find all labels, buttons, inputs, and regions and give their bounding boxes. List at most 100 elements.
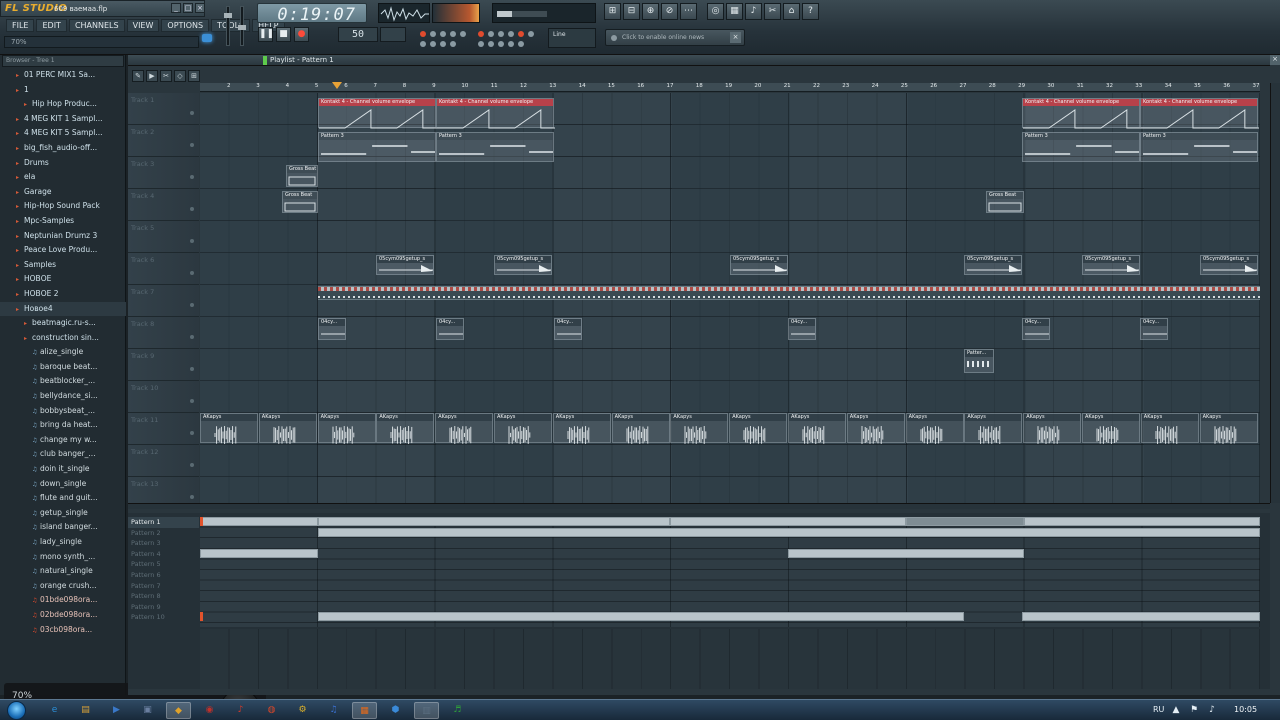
playlist-clip[interactable]: AKapys	[611, 413, 670, 444]
zoom-tool-icon[interactable]: ⊞	[188, 70, 200, 82]
led-icon[interactable]	[528, 31, 534, 37]
browser-tree-item[interactable]: ▸ 1	[0, 83, 126, 98]
track-header[interactable]: Track 5	[128, 221, 199, 253]
maximize-button[interactable]: □	[183, 3, 193, 13]
playlist-clip[interactable]: 04cy...	[436, 318, 464, 340]
pattern-lane-label[interactable]: Pattern 8	[128, 591, 199, 602]
playlist-clip[interactable]: AKapys	[435, 413, 494, 444]
track-header[interactable]: Track 6	[128, 253, 199, 285]
menu-edit[interactable]: EDIT	[36, 19, 67, 32]
playlist-clip[interactable]: 05cym095getup_s	[494, 255, 552, 275]
playlist-clip[interactable]: 04cy...	[1140, 318, 1168, 340]
browser-tree-item[interactable]: ▸ 01 PERC MIX1 Sa...	[0, 68, 126, 83]
pause-button[interactable]: ❚❚	[258, 27, 274, 42]
led-icon[interactable]	[518, 41, 524, 47]
slice-tool-icon[interactable]: ✂	[160, 70, 172, 82]
playlist-clip[interactable]: AKapys	[846, 413, 905, 444]
playhead-marker-icon[interactable]	[332, 82, 342, 89]
track-header[interactable]: Track 7	[128, 285, 199, 317]
led-icon[interactable]	[440, 31, 446, 37]
playlist-clip[interactable]: Kontakt 4 - Channel volume envelope	[436, 98, 555, 129]
playlist-clip[interactable]: Gross Beat	[282, 191, 318, 213]
playlist-clip[interactable]: AKapys	[552, 413, 611, 444]
playlist-clip[interactable]: 04cy...	[788, 318, 816, 340]
playlist-clip[interactable]: AKapys	[905, 413, 964, 444]
vertical-scrollbar[interactable]	[1270, 83, 1280, 503]
pattern-lane-block[interactable]	[1022, 612, 1260, 622]
pattern-lane-label[interactable]: Pattern 6	[128, 570, 199, 581]
browser-tree-item[interactable]: ♫ getup_single	[0, 506, 126, 521]
playlist-clip[interactable]: AKapys	[376, 413, 435, 444]
track-mute-led-icon[interactable]	[190, 431, 194, 435]
taskbar-app-icon[interactable]: ⬢	[383, 702, 408, 719]
track-header[interactable]: Track 1	[128, 93, 199, 125]
pattern-lane-area[interactable]	[200, 517, 1260, 627]
led-icon[interactable]	[430, 41, 436, 47]
track-header[interactable]: Track 2	[128, 125, 199, 157]
browser-tree-item[interactable]: ♫ flute and guit...	[0, 491, 126, 506]
led-icon[interactable]	[518, 31, 524, 37]
browser-tree-item[interactable]: ♫ orange crush...	[0, 579, 126, 594]
playlist-clip[interactable]: 05cym095getup_s	[1082, 255, 1140, 275]
browser-tree-item[interactable]: ▸ construction sin...	[0, 331, 126, 346]
led-icon[interactable]	[420, 41, 426, 47]
playlist-clip[interactable]: AKapys	[670, 413, 729, 444]
pattern-lane-label[interactable]: Pattern 7	[128, 581, 199, 592]
browser-tree-item[interactable]: ♫ club banger_...	[0, 447, 126, 462]
browser-tree-item[interactable]: ▸ Samples	[0, 258, 126, 273]
toolbar-icon-mixer[interactable]: ⊘	[661, 3, 678, 20]
toolbar-icon-note[interactable]: ♪	[745, 3, 762, 20]
track-mute-led-icon[interactable]	[190, 271, 194, 275]
led-icon[interactable]	[508, 41, 514, 47]
browser-tree-item[interactable]: ♫ change my w...	[0, 433, 126, 448]
pattern-lane-block[interactable]	[200, 548, 318, 558]
browser-tree-item[interactable]: ▸ Drums	[0, 156, 126, 171]
playlist-clip[interactable]: AKapys	[964, 413, 1023, 444]
browser-tree-item[interactable]: ♫ baroque beat...	[0, 360, 126, 375]
track-mute-led-icon[interactable]	[190, 239, 194, 243]
playlist-clip[interactable]: 05cym095getup_s	[964, 255, 1022, 275]
playlist-clip[interactable]: AKapys	[317, 413, 376, 444]
record-button[interactable]: ●	[294, 27, 309, 42]
playlist-clip[interactable]: Pattern 3	[1140, 132, 1258, 162]
pattern-lane-label[interactable]: Pattern 3	[128, 538, 199, 549]
taskbar-app-icon[interactable]: ▥	[414, 702, 439, 719]
master-volume-slider[interactable]	[224, 6, 232, 46]
playlist-clip[interactable]: AKapys	[494, 413, 552, 444]
playlist-clip[interactable]: AKapys	[1023, 413, 1082, 444]
taskbar-app-icon[interactable]: ◍	[259, 702, 284, 719]
browser-tree-item[interactable]: ▸ big_fish_audio-off...	[0, 141, 126, 156]
playlist-clip[interactable]: AKapys	[1199, 413, 1258, 444]
playlist-clip[interactable]: Kontakt 4 - Channel volume envelope	[1140, 98, 1259, 129]
playlist-clip[interactable]: 04cy...	[318, 318, 346, 340]
browser-tree-item[interactable]: ▸ beatmagic.ru-s...	[0, 316, 126, 331]
playlist-clip[interactable]: AKapys	[1140, 413, 1199, 444]
playlist-clip[interactable]: Pattern 3	[436, 132, 554, 162]
playlist-clip[interactable]: 04cy...	[1022, 318, 1050, 340]
draw-tool-icon[interactable]: ✎	[132, 70, 144, 82]
menu-options[interactable]: OPTIONS	[161, 19, 210, 32]
toolbar-icon-record[interactable]: ◎	[707, 3, 724, 20]
pattern-lane-label[interactable]: Pattern 9	[128, 602, 199, 613]
browser-tree-item[interactable]: ♫ natural_single	[0, 564, 126, 579]
playlist-clip[interactable]: 05cym095getup_s	[730, 255, 788, 275]
pattern-lane-block[interactable]	[318, 612, 964, 622]
tray-flag-icon[interactable]: ⚑	[1188, 704, 1200, 716]
led-icon[interactable]	[478, 31, 484, 37]
browser-tree-item[interactable]: ♫ 02bde098ora...	[0, 608, 126, 623]
playlist-clip[interactable]: Pattern 3	[318, 132, 436, 162]
playlist-clip[interactable]: AKapys	[200, 413, 258, 444]
pattern-lane-label[interactable]: Pattern 2	[128, 528, 199, 539]
taskbar-app-icon[interactable]: ▣	[135, 702, 160, 719]
tray-volume-icon[interactable]: ♪	[1206, 704, 1218, 716]
taskbar-app-icon[interactable]: ♬	[445, 702, 470, 719]
browser-tree-item[interactable]: ▸ Hip-Hop Sound Pack	[0, 199, 126, 214]
browser-tree-item[interactable]: ▸ Hip Hop Produc...	[0, 97, 126, 112]
toolbar-icon-cut[interactable]: ✂	[764, 3, 781, 20]
led-icon[interactable]	[450, 31, 456, 37]
playlist-clip[interactable]: AKapys	[729, 413, 788, 444]
browser-tree-item[interactable]: ♫ bobbysbeat_...	[0, 404, 126, 419]
browser-tree-item[interactable]: ♫ bring da heat...	[0, 418, 126, 433]
playlist-clip[interactable]: Gross Beat	[286, 165, 318, 187]
online-news-close-button[interactable]: ×	[730, 32, 741, 43]
